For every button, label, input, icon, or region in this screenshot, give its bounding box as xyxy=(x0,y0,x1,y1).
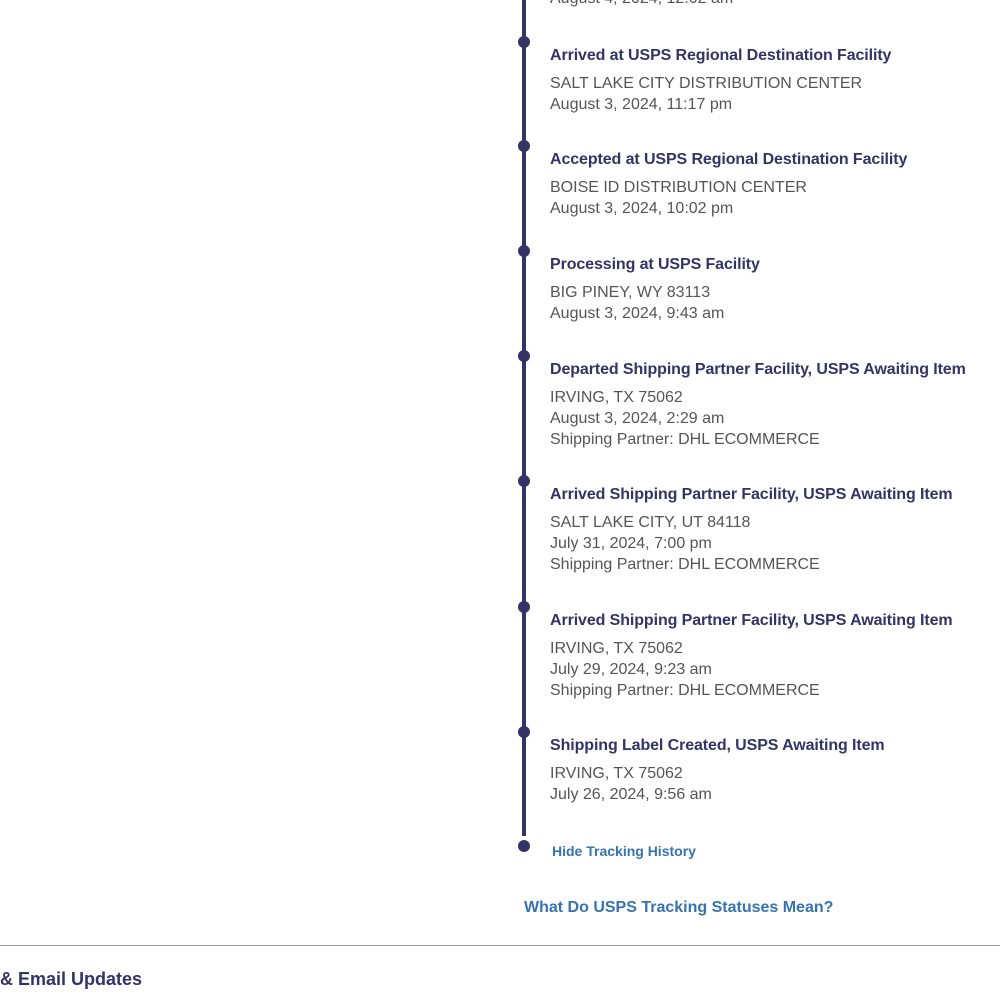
timeline-line xyxy=(522,0,526,836)
timeline-dot xyxy=(518,36,530,48)
tracking-event: Shipping Label Created, USPS Awaiting It… xyxy=(518,726,1000,805)
event-status: Processing at USPS Facility xyxy=(550,256,760,273)
event-datetime: August 3, 2024, 10:02 pm xyxy=(550,200,734,217)
event-location: IRVING, TX 75062 xyxy=(550,389,683,406)
event-status: Arrived at USPS Regional Destination Fac… xyxy=(550,47,892,64)
timeline-dot xyxy=(518,475,530,487)
event-location: SALT LAKE CITY, UT 84118 xyxy=(550,514,751,531)
tracking-event: Arrived at USPS Regional Destination Fac… xyxy=(518,36,1000,115)
timeline-dot xyxy=(518,350,530,362)
event-datetime: July 31, 2024, 7:00 pm xyxy=(550,535,712,552)
event-status: Departed Shipping Partner Facility, USPS… xyxy=(550,361,966,378)
tracking-event: Arrived Shipping Partner Facility, USPS … xyxy=(518,601,1000,701)
tracking-page: August 4, 2024, 12:02 am Arrived at USPS… xyxy=(0,0,1000,1000)
hide-tracking-history-link[interactable]: Hide Tracking History xyxy=(552,843,696,859)
event-datetime: July 26, 2024, 9:56 am xyxy=(550,786,712,803)
section-divider xyxy=(0,945,1000,946)
event-status: Accepted at USPS Regional Destination Fa… xyxy=(550,151,908,168)
tracking-event: Accepted at USPS Regional Destination Fa… xyxy=(518,140,1000,219)
event-status: Arrived Shipping Partner Facility, USPS … xyxy=(550,612,953,629)
event-partner: Shipping Partner: DHL ECOMMERCE xyxy=(550,682,820,699)
email-updates-heading[interactable]: & Email Updates xyxy=(0,969,142,990)
event-location: BIG PINEY, WY 83113 xyxy=(550,284,711,301)
event-status: Shipping Label Created, USPS Awaiting It… xyxy=(550,737,885,754)
tracking-event: August 4, 2024, 12:02 am xyxy=(550,0,1000,9)
timeline-dot xyxy=(518,726,530,738)
tracking-event: Processing at USPS Facility BIG PINEY, W… xyxy=(518,245,1000,324)
event-partner: Shipping Partner: DHL ECOMMERCE xyxy=(550,556,820,573)
event-partner: Shipping Partner: DHL ECOMMERCE xyxy=(550,431,820,448)
event-datetime: July 29, 2024, 9:23 am xyxy=(550,661,712,678)
event-location: BOISE ID DISTRIBUTION CENTER xyxy=(550,179,807,196)
event-status: Arrived Shipping Partner Facility, USPS … xyxy=(550,486,953,503)
event-location: SALT LAKE CITY DISTRIBUTION CENTER xyxy=(550,75,863,92)
event-datetime: August 3, 2024, 2:29 am xyxy=(550,410,725,427)
event-datetime: August 3, 2024, 11:17 pm xyxy=(550,96,733,113)
event-location: IRVING, TX 75062 xyxy=(550,765,683,782)
tracking-statuses-help-link[interactable]: What Do USPS Tracking Statuses Mean? xyxy=(524,899,833,917)
tracking-event: Arrived Shipping Partner Facility, USPS … xyxy=(518,475,1000,575)
timeline-dot xyxy=(518,245,530,257)
timeline-end-dot xyxy=(518,840,530,852)
event-datetime: August 4, 2024, 12:02 am xyxy=(550,0,1000,9)
tracking-event: Departed Shipping Partner Facility, USPS… xyxy=(518,350,1000,450)
event-location: IRVING, TX 75062 xyxy=(550,640,683,657)
timeline-dot xyxy=(518,601,530,613)
event-datetime: August 3, 2024, 9:43 am xyxy=(550,305,725,322)
timeline-dot xyxy=(518,140,530,152)
